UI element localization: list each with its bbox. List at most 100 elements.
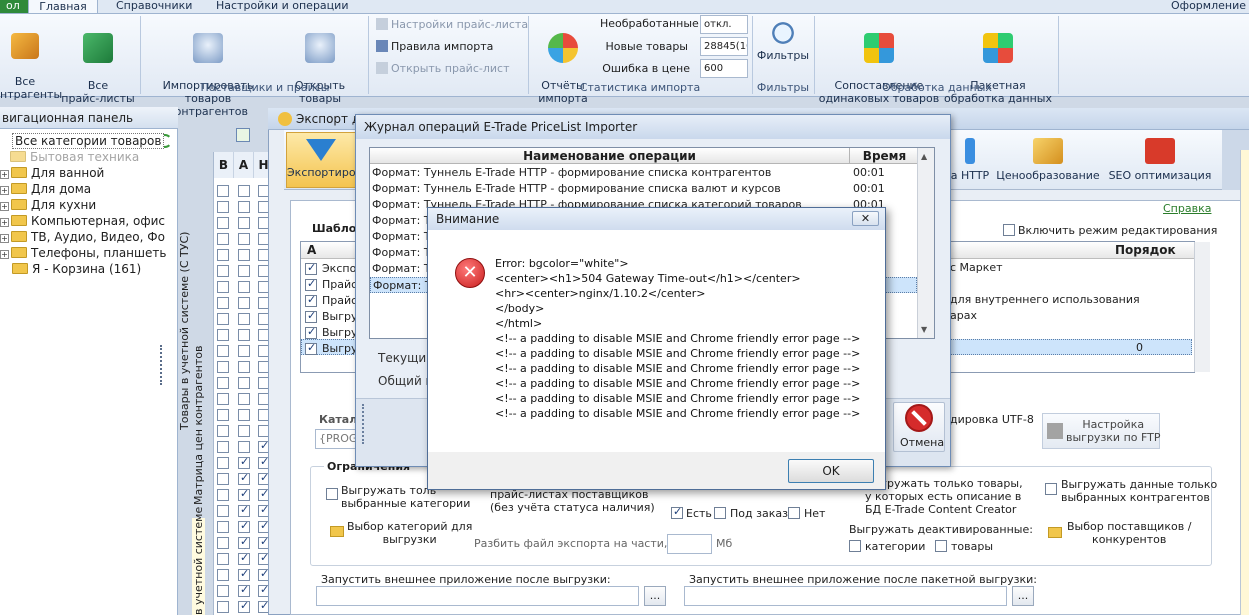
accounting-vertical-tab[interactable]: Товары в учетной системе (С ТУС): [178, 232, 191, 430]
nav-item[interactable]: + Компьютерная, офис: [0, 213, 165, 229]
grid-row-checkbox[interactable]: [238, 265, 250, 277]
grid-row-checkbox[interactable]: [217, 457, 229, 469]
grid-row-checkbox[interactable]: [238, 583, 250, 597]
nav-item[interactable]: + Для ванной: [0, 165, 104, 181]
choose-suppliers-button[interactable]: Выбор поставщиков / конкурентов: [1067, 520, 1191, 546]
grid-row-checkbox[interactable]: [217, 409, 229, 421]
template-row-checkbox[interactable]: [305, 309, 317, 323]
grid-row-checkbox[interactable]: [217, 297, 229, 309]
stock-order-checkbox[interactable]: [714, 507, 726, 519]
choose-categories-button[interactable]: Выбор категорий для выгрузки: [347, 520, 472, 546]
grid-row-checkbox[interactable]: [238, 487, 250, 501]
grid-row-checkbox[interactable]: [238, 393, 250, 405]
nav-item[interactable]: + ТВ, Аудио, Видео, Фо: [0, 229, 165, 245]
tab-file[interactable]: ол: [0, 0, 28, 13]
grid-row-checkbox[interactable]: [217, 441, 229, 453]
grid-row-checkbox[interactable]: [217, 313, 229, 325]
expand-icon[interactable]: +: [0, 186, 9, 195]
export-http-button[interactable]: а HTTP: [950, 132, 990, 188]
grid-row-checkbox[interactable]: [238, 409, 250, 421]
open-pricelist-item[interactable]: Открыть прайс-лист: [376, 60, 509, 78]
import-goods-button[interactable]: Импортировать товаров контрагентов: [144, 20, 272, 118]
ok-button[interactable]: OK: [788, 459, 874, 483]
grid-row-checkbox[interactable]: [238, 313, 250, 325]
grid-row-checkbox[interactable]: [238, 599, 250, 613]
grid-row-checkbox[interactable]: [238, 361, 250, 373]
matrix-vertical-tab[interactable]: Матрица цен контрагентов: [192, 346, 205, 506]
nav-item[interactable]: + Телефоны, планшеть: [0, 245, 166, 261]
table-row[interactable]: Формат: Туннель E-Trade HTTP - формирова…: [370, 181, 917, 197]
grid-row-checkbox[interactable]: [217, 377, 229, 389]
run-after-batch-field[interactable]: [684, 586, 1007, 606]
table-row[interactable]: Формат: Туннель E-Trade HTTP - формирова…: [370, 165, 917, 181]
grid-row-checkbox[interactable]: [217, 473, 229, 485]
tab-references[interactable]: Справочники: [110, 0, 198, 13]
template-row-checkbox[interactable]: [305, 341, 317, 355]
grid-row-checkbox[interactable]: [238, 519, 250, 533]
col-a-header[interactable]: А: [307, 243, 316, 257]
price-settings-item[interactable]: Настройки прайс-листа: [376, 16, 528, 34]
scroll-down-icon[interactable]: ▼: [921, 325, 927, 334]
grid-row-checkbox[interactable]: [217, 601, 229, 613]
tab-appearance[interactable]: Оформление: [1165, 0, 1249, 13]
expand-icon[interactable]: +: [0, 202, 9, 211]
grid-row-checkbox[interactable]: [217, 249, 229, 261]
grid-row-checkbox[interactable]: [217, 537, 229, 549]
grid-row-checkbox[interactable]: [217, 425, 229, 437]
grid-row-checkbox[interactable]: [238, 345, 250, 357]
deactivated-goods-checkbox[interactable]: [935, 540, 947, 552]
template-row-checkbox[interactable]: [305, 293, 317, 307]
close-icon[interactable]: ✕: [852, 211, 879, 226]
nav-item[interactable]: + Для кухни: [0, 197, 96, 213]
grid-row-checkbox[interactable]: [238, 535, 250, 549]
export-button[interactable]: Экспортиро: [286, 132, 356, 188]
grid-row-checkbox[interactable]: [238, 441, 250, 453]
pricing-button[interactable]: Ценообразование: [996, 132, 1100, 188]
grid-toolbar-icon[interactable]: [236, 128, 250, 142]
nav-item[interactable]: Бытовая техника: [10, 149, 139, 165]
grid-row-checkbox[interactable]: [217, 233, 229, 245]
grid-row-checkbox[interactable]: [217, 505, 229, 517]
grid-row-checkbox[interactable]: [238, 185, 250, 197]
template-row-checkbox[interactable]: [305, 325, 317, 339]
tab-settings[interactable]: Настройки и операции: [210, 0, 354, 13]
grid-row-checkbox[interactable]: [217, 201, 229, 213]
grid-row-checkbox[interactable]: [238, 233, 250, 245]
templates-scrollbar[interactable]: [1194, 242, 1210, 372]
journal-col-time[interactable]: Время: [852, 148, 917, 164]
grid-row-checkbox[interactable]: [238, 551, 250, 565]
grid-row-checkbox[interactable]: [238, 471, 250, 485]
template-row-checkbox[interactable]: [305, 277, 317, 291]
splitter[interactable]: [160, 345, 166, 385]
grid-row-checkbox[interactable]: [238, 297, 250, 309]
run-after-batch-browse-button[interactable]: ...: [1012, 586, 1034, 606]
open-goods-button[interactable]: Открыть товары контрагентов: [274, 20, 366, 118]
grid-row-checkbox[interactable]: [238, 377, 250, 389]
run-after-field[interactable]: [316, 586, 639, 606]
stock-no-checkbox[interactable]: [788, 507, 800, 519]
grid-row-checkbox[interactable]: [217, 521, 229, 533]
grid-row-checkbox[interactable]: [238, 281, 250, 293]
grid-row-checkbox[interactable]: [238, 455, 250, 469]
grid-row-checkbox[interactable]: [238, 217, 250, 229]
grid-row-checkbox[interactable]: [238, 329, 250, 341]
grid-row-checkbox[interactable]: [217, 585, 229, 597]
grid-row-checkbox[interactable]: [217, 569, 229, 581]
grid-row-checkbox[interactable]: [217, 265, 229, 277]
catalog-field[interactable]: {PROGR: [315, 429, 365, 449]
expand-icon[interactable]: +: [0, 218, 9, 227]
grid-row-checkbox[interactable]: [238, 249, 250, 261]
grid-row-checkbox[interactable]: [238, 425, 250, 437]
stock-yes-checkbox[interactable]: [671, 505, 683, 519]
expand-icon[interactable]: +: [0, 234, 9, 243]
deactivated-categories-checkbox[interactable]: [849, 540, 861, 552]
filters-button[interactable]: Фильтры: [756, 20, 810, 62]
grid-row-checkbox[interactable]: [238, 567, 250, 581]
only-selected-agents-checkbox[interactable]: [1045, 483, 1057, 495]
split-size-field[interactable]: [667, 534, 712, 554]
scroll-up-icon[interactable]: ▲: [921, 152, 927, 161]
run-after-browse-button[interactable]: ...: [644, 586, 666, 606]
nav-item[interactable]: Все категории товаров: [12, 133, 165, 149]
grid-row-checkbox[interactable]: [217, 329, 229, 341]
expand-icon[interactable]: +: [0, 170, 9, 179]
